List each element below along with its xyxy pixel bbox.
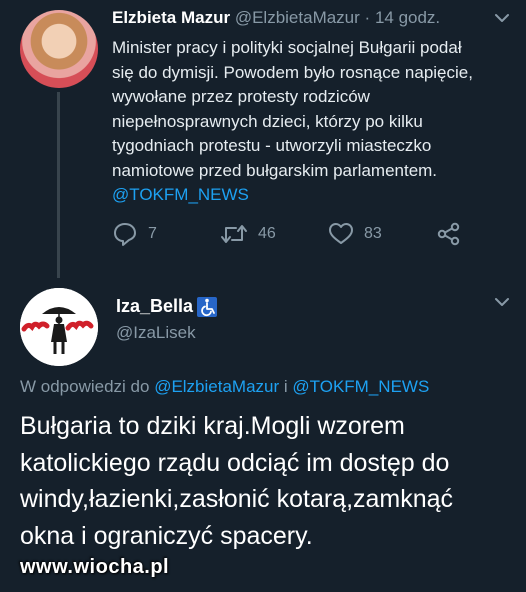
tweet-original: Elzbieta Mazur @ElzbietaMazur · 14 godz.… xyxy=(0,0,526,278)
reply-context: W odpowiedzi do @ElzbietaMazur i @TOKFM_… xyxy=(20,377,429,397)
avatar-elzbieta[interactable] xyxy=(20,10,98,88)
mention-link[interactable]: @TOKFM_NEWS xyxy=(112,183,512,208)
display-name-text: Iza_Bella xyxy=(116,296,194,316)
mention-link[interactable]: @ElzbietaMazur xyxy=(154,377,279,396)
tweet-text-line: namiotowe przed bułgarskim parlamentem. xyxy=(112,160,438,180)
tweet-text-line: Bułgaria to dziki kraj.Mogli wzorem xyxy=(20,412,405,440)
retweet-count: 46 xyxy=(258,225,276,242)
tweet-text-line: się do dymisji. Powodem było rosnące nap… xyxy=(112,62,473,82)
reply-button[interactable]: 7 xyxy=(112,221,157,247)
tweet-header: Elzbieta Mazur @ElzbietaMazur · 14 godz. xyxy=(112,8,440,28)
like-count: 83 xyxy=(364,225,382,242)
tweet-text-line: windy,łazienki,zasłonić kotarą,zamknąć xyxy=(20,485,454,513)
tweet-text-line: wywołane przez protesty rodziców xyxy=(112,87,370,106)
chevron-down-icon[interactable] xyxy=(494,10,510,31)
reply-prefix: W odpowiedzi do xyxy=(20,377,155,396)
share-icon xyxy=(436,221,462,247)
thread-connector xyxy=(57,92,60,278)
retweet-button[interactable]: 46 xyxy=(220,221,276,247)
reply-icon xyxy=(112,221,138,247)
tweet-text-line: niepełnosprawnych dzieci, którzy po kilk… xyxy=(112,111,423,131)
solidarnosc-logo xyxy=(20,288,98,366)
tweet-text: Bułgaria to dziki kraj.Mogli wzorem kato… xyxy=(20,408,516,554)
tweet-text-line: Minister pracy i polityki socjalnej Bułg… xyxy=(112,38,462,57)
retweet-icon xyxy=(220,221,248,247)
mention-link[interactable]: @TOKFM_NEWS xyxy=(292,377,429,396)
tweet-text-line: okna i ograniczyć spacery. xyxy=(20,521,313,550)
tweet-text-line: katolickiego rządu odciąć im dostęp do xyxy=(20,448,450,477)
tweet-reply: Iza_Bella @IzaLisek W odpowiedzi do @Elz… xyxy=(0,280,526,592)
wheelchair-icon xyxy=(197,296,218,317)
reply-count: 7 xyxy=(148,225,157,242)
tweet-text-line: tygodniach protestu - utworzyli miastecz… xyxy=(112,136,432,155)
tweet-timestamp[interactable]: 14 godz. xyxy=(375,8,440,27)
chevron-down-icon[interactable] xyxy=(494,294,510,315)
like-button[interactable]: 83 xyxy=(328,221,382,247)
tweet-text: Minister pracy i polityki socjalnej Bułg… xyxy=(112,36,512,208)
heart-icon xyxy=(328,221,354,247)
reply-joiner: i xyxy=(279,377,293,396)
user-handle[interactable]: @ElzbietaMazur xyxy=(235,8,360,27)
header-separator: · xyxy=(364,8,371,27)
avatar-iza[interactable] xyxy=(20,288,98,366)
display-name[interactable]: Elzbieta Mazur xyxy=(112,8,230,27)
display-name[interactable]: Iza_Bella xyxy=(116,296,218,317)
share-button[interactable] xyxy=(436,221,462,247)
site-watermark: www.wiocha.pl xyxy=(20,556,170,578)
user-handle[interactable]: @IzaLisek xyxy=(116,323,196,343)
